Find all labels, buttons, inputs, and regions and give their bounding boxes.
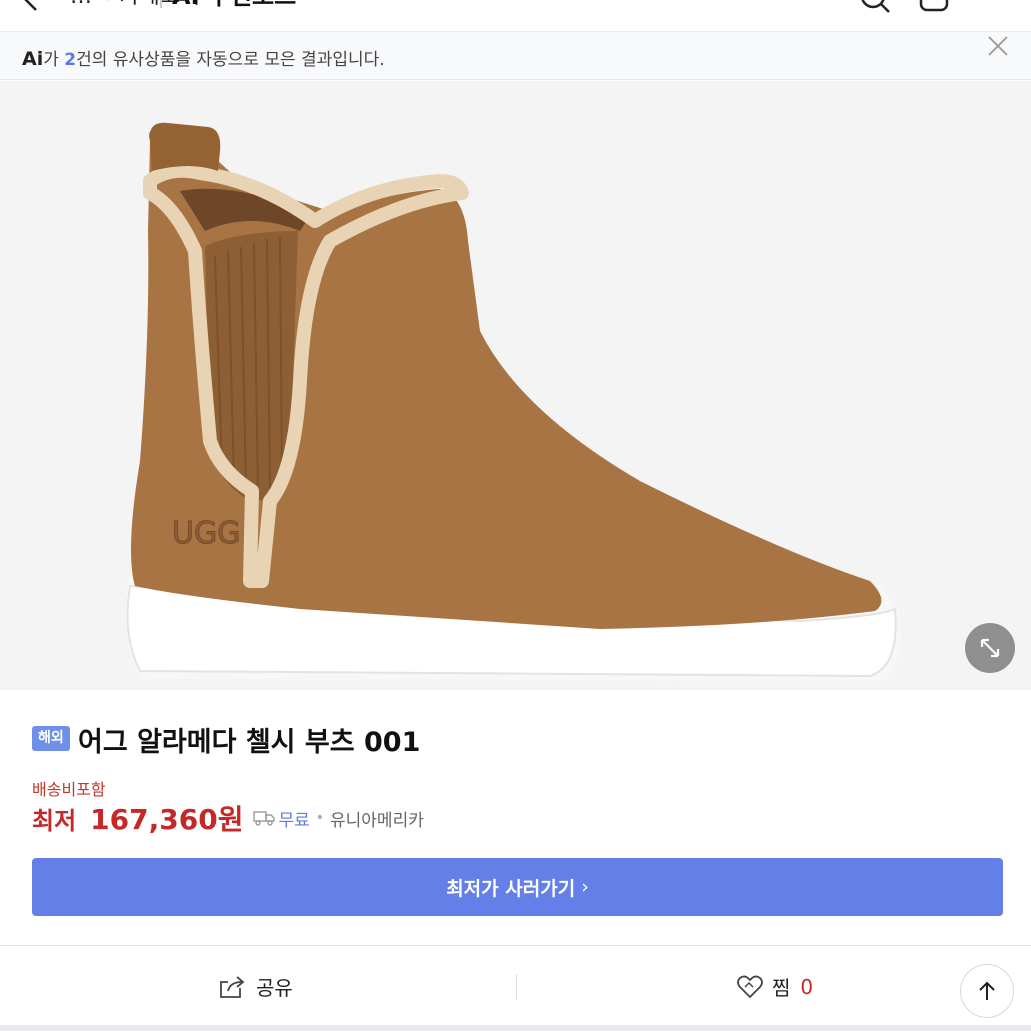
truck-icon	[253, 811, 276, 826]
share-icon	[220, 975, 245, 998]
product-image[interactable]: UGG	[0, 81, 1031, 690]
ai-logo: Ai	[22, 48, 44, 70]
ai-notice-prefix: 가	[43, 50, 65, 70]
page-title: AI 추천보드	[172, 0, 296, 8]
menu-icon[interactable]	[974, 0, 1008, 14]
arrow-up-icon	[979, 981, 995, 1000]
shipping-note: 배송비포함	[32, 780, 106, 799]
like-count: 0	[800, 974, 814, 999]
like-label: 찜	[772, 976, 791, 1000]
like-button[interactable]: 찜 0	[736, 972, 813, 1001]
zoom-button[interactable]	[965, 623, 1015, 673]
search-icon[interactable]	[858, 0, 892, 14]
separator-dot: •	[315, 810, 325, 826]
chevron-right-icon: ›	[581, 876, 589, 898]
ai-notice-text: Ai가 2건의 유사상품을 자동으로 모은 결과입니다.	[22, 45, 385, 70]
back-icon[interactable]	[18, 0, 46, 14]
price-value: 167,360원	[90, 803, 244, 836]
bottom-action-bar: 공유 찜 0	[0, 945, 1031, 1025]
product-title: 어그 알라메다 첼시 부츠 001	[78, 727, 421, 758]
brand-logo-emboss: UGG	[172, 516, 240, 551]
seller-name[interactable]: 유니아메리카	[330, 806, 424, 831]
price-row: 최저 167,360원 무료 • 유니아메리카	[32, 800, 424, 836]
header-separator	[160, 0, 162, 8]
top-header: …ㅋ 카테고리 AI 추천보드	[0, 0, 1031, 32]
ai-notice-banner: Ai가 2건의 유사상품을 자동으로 모은 결과입니다.	[0, 32, 1031, 80]
scroll-to-top-button[interactable]	[960, 964, 1014, 1018]
ai-notice-count: 2	[64, 50, 77, 70]
price-label: 최저	[32, 806, 77, 835]
expand-icon	[980, 638, 1000, 658]
buy-button-label: 최저가 사러가기	[446, 877, 576, 900]
share-label: 공유	[256, 976, 293, 1000]
share-button[interactable]: 공유	[218, 972, 293, 1001]
boot-illustration: UGG	[125, 122, 901, 681]
product-info: 해외 어그 알라메다 첼시 부츠 001 배송비포함 최저 167,360원 무…	[0, 690, 1031, 945]
divider	[516, 974, 517, 1000]
cart-icon[interactable]	[918, 0, 950, 14]
overseas-badge: 해외	[32, 726, 70, 751]
ai-notice-suffix: 건의 유사상품을 자동으로 모은 결과입니다.	[76, 50, 385, 70]
close-icon[interactable]	[986, 34, 1010, 58]
shipping-fee: 무료	[278, 810, 310, 831]
buy-lowest-price-button[interactable]: 최저가 사러가기 ›	[32, 858, 1003, 916]
bottom-edge	[0, 1025, 1031, 1031]
heart-icon	[737, 975, 763, 998]
